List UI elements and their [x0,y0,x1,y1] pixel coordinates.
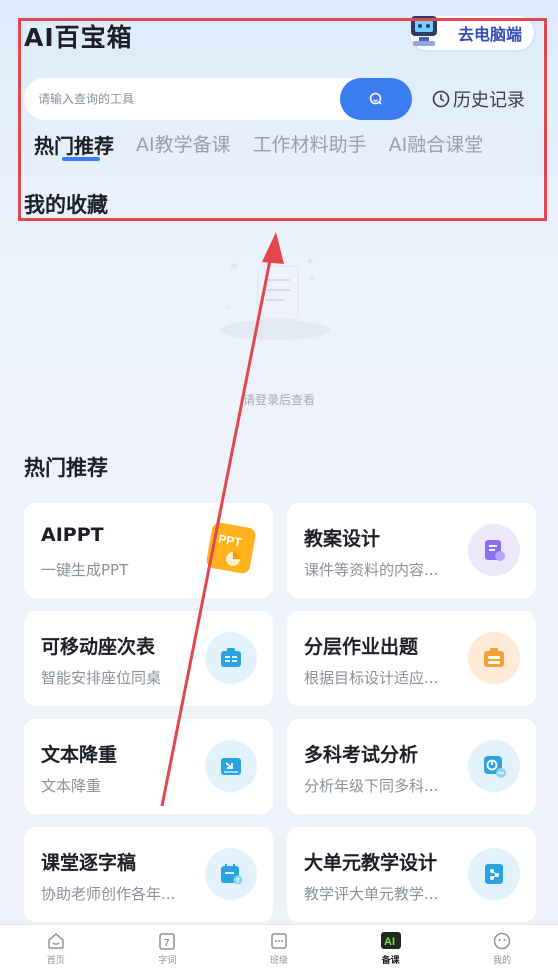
history-button[interactable]: 历史记录 [432,86,525,112]
home-icon [48,933,64,949]
robot-computer-icon [411,16,437,46]
tool-card-desc: 根据目标设计适应... [304,669,439,687]
exam-analysis-icon [468,740,520,792]
svg-text:7: 7 [164,938,170,949]
tab-ai-classroom[interactable]: AI融合课堂 [389,128,484,164]
tabbar-item-home[interactable]: 首页 [0,925,112,971]
tabbar-label: 字词 [158,956,177,966]
tab-ai-teaching-prep[interactable]: AI教学备课 [136,128,231,164]
tool-card-title: 分层作业出题 [304,636,419,658]
tabbar-item-mine[interactable]: 我的 [446,925,558,971]
tabbar-label: 班级 [269,956,288,966]
transcript-icon: T [205,848,257,900]
tabbar-label: 备课 [381,956,400,966]
text-rewrite-icon [205,740,257,792]
empty-document-icon [220,258,330,340]
tool-card-title: 大单元教学设计 [304,852,438,874]
tool-card-desc: 教学评大单元教学... [304,885,439,903]
go-to-pc-label: 去电脑端 [457,25,522,44]
class-icon [271,933,287,949]
profile-icon [493,932,511,950]
tool-card-transcript[interactable]: 课堂逐字稿 协助老师创作各年... T [24,827,273,922]
search-bar [24,78,412,120]
svg-text:AI: AI [384,936,395,948]
lesson-plan-icon [468,524,520,576]
search-input[interactable] [38,88,328,110]
favorites-title: 我的收藏 [24,193,108,217]
tabbar-item-prepare[interactable]: AI 备课 [335,925,447,971]
history-label: 历史记录 [453,90,525,111]
clock-icon [432,90,450,108]
ppt-icon: PPT [206,522,256,574]
bottom-tab-bar: 首页 7 字词 班级 AI 备课 我的 [0,924,558,971]
tool-card-desc: 文本降重 [41,777,102,795]
app-title: AI百宝箱 [24,23,133,52]
tab-work-assistant[interactable]: 工作材料助手 [253,128,367,164]
svg-text:T: T [236,879,240,885]
tool-card-desc: 一键生成PPT [41,561,129,579]
tool-card-desc: 协助老师创作各年... [41,885,176,903]
calendar-7-icon: 7 [159,933,176,950]
tool-card-title: 课堂逐字稿 [41,852,137,874]
tool-card-unit-design[interactable]: 大单元教学设计 教学评大单元教学... [287,827,536,922]
hot-section-title: 热门推荐 [24,456,108,480]
seating-chart-icon [205,632,257,684]
tool-card-layered-homework[interactable]: 分层作业出题 根据目标设计适应... [287,611,536,706]
tool-card-title: 文本降重 [41,744,118,766]
tool-card-seating-chart[interactable]: 可移动座次表 智能安排座位同桌 [24,611,273,706]
prepare-lesson-icon: AI [380,932,401,949]
tool-card-aippt[interactable]: AIPPT 一键生成PPT PPT [24,503,273,598]
tabbar-item-words[interactable]: 7 字词 [112,925,224,971]
tool-card-desc: 智能安排座位同桌 [41,669,162,687]
tool-card-title: AIPPT [41,524,104,546]
tabbar-item-class[interactable]: 班级 [223,925,335,971]
tabbar-label: 首页 [46,956,65,966]
tool-card-title: 可移动座次表 [41,636,156,658]
tool-card-desc: 课件等资料的内容... [304,561,439,579]
tool-card-text-rewrite[interactable]: 文本降重 文本降重 [24,719,273,814]
tab-hot[interactable]: 热门推荐 [34,128,114,164]
tool-card-lesson-plan[interactable]: 教案设计 课件等资料的内容... [287,503,536,598]
tool-card-title: 多科考试分析 [304,744,419,766]
layered-homework-icon [468,632,520,684]
unit-design-icon [468,848,520,900]
tabbar-label: 我的 [493,956,512,966]
empty-state-text: 请登录后查看 [242,393,315,407]
category-tabs: 热门推荐 AI教学备课 工作材料助手 AI融合课堂 [34,128,558,164]
tool-grid: AIPPT 一键生成PPT PPT 教案设计 课件等资料的内容... 可移动座次… [24,503,536,922]
search-icon [369,92,382,105]
search-button[interactable] [340,78,412,120]
tool-card-desc: 分析年级下同多科... [304,777,439,795]
tool-card-title: 教案设计 [304,528,381,550]
tool-card-exam-analysis[interactable]: 多科考试分析 分析年级下同多科... [287,719,536,814]
